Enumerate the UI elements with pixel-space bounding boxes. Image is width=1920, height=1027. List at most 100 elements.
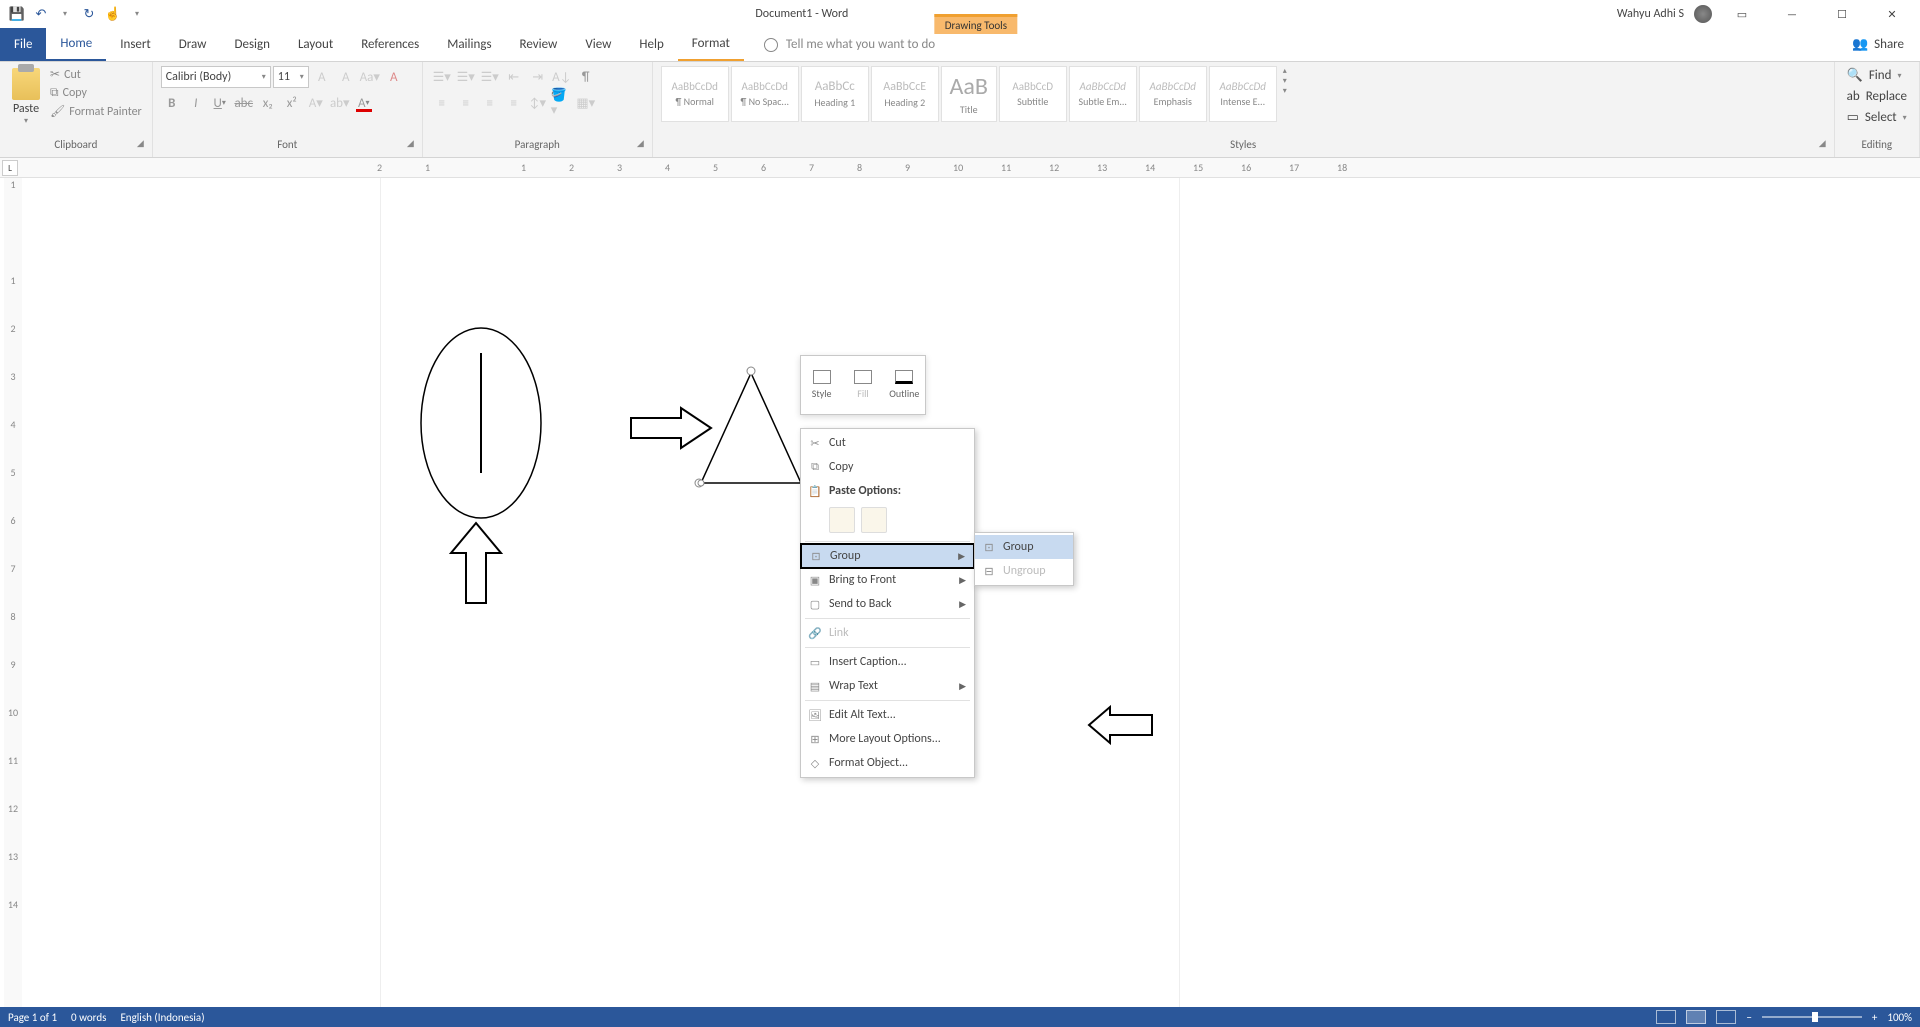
clear-formatting-icon[interactable]: A bbox=[383, 66, 405, 88]
tab-mailings[interactable]: Mailings bbox=[433, 28, 505, 61]
undo-icon[interactable]: ↶ bbox=[32, 5, 50, 23]
paste-option-2[interactable] bbox=[861, 507, 887, 533]
paste-button[interactable]: Paste ▾ bbox=[8, 66, 44, 128]
style-no-spacing[interactable]: AaBbCcDd¶ No Spac... bbox=[731, 66, 799, 122]
replace-button[interactable]: abReplace bbox=[1843, 87, 1911, 106]
print-layout-icon[interactable] bbox=[1686, 1010, 1706, 1024]
tab-format[interactable]: Format bbox=[678, 28, 744, 61]
style-intense-em[interactable]: AaBbCcDdIntense E... bbox=[1209, 66, 1277, 122]
tell-me-search[interactable]: Tell me what you want to do bbox=[744, 28, 935, 61]
sort-icon[interactable]: A↓ bbox=[551, 66, 573, 88]
qat-customize[interactable]: ▾ bbox=[128, 5, 146, 23]
numbering-icon[interactable]: ☰▾ bbox=[455, 66, 477, 88]
mini-fill[interactable]: Fill bbox=[842, 356, 883, 414]
page-status[interactable]: Page 1 of 1 bbox=[8, 1011, 57, 1024]
styles-gallery[interactable]: AaBbCcDd¶ Normal AaBbCcDd¶ No Spac... Aa… bbox=[661, 66, 1277, 122]
superscript-button[interactable]: x² bbox=[281, 92, 303, 114]
copy-button[interactable]: ⧉Copy bbox=[48, 85, 144, 101]
minimize-icon[interactable]: — bbox=[1772, 0, 1812, 28]
tab-view[interactable]: View bbox=[571, 28, 625, 61]
close-icon[interactable]: ✕ bbox=[1872, 0, 1912, 28]
zoom-level[interactable]: 100% bbox=[1887, 1011, 1912, 1024]
ctx-copy[interactable]: ⧉Copy bbox=[801, 455, 974, 479]
bold-button[interactable]: B bbox=[161, 92, 183, 114]
align-right-icon[interactable]: ≡ bbox=[479, 92, 501, 114]
mini-toolbar[interactable]: Style Fill Outline bbox=[800, 355, 926, 415]
tab-file[interactable]: File bbox=[0, 28, 46, 61]
ctx-bring-front[interactable]: ▣Bring to Front▶ bbox=[801, 568, 974, 592]
language-status[interactable]: English (Indonesia) bbox=[120, 1011, 204, 1024]
clipboard-launcher[interactable]: ◢ bbox=[137, 138, 144, 149]
font-color-button[interactable]: A▾ bbox=[353, 92, 375, 114]
tab-help[interactable]: Help bbox=[625, 28, 677, 61]
ruler-horizontal[interactable]: L 21123456789101112131415161718 bbox=[0, 158, 1920, 178]
tab-selector[interactable]: L bbox=[2, 160, 18, 176]
tab-design[interactable]: Design bbox=[220, 28, 283, 61]
font-launcher[interactable]: ◢ bbox=[407, 138, 414, 149]
save-icon[interactable]: 💾 bbox=[8, 5, 26, 23]
show-marks-icon[interactable]: ¶ bbox=[575, 66, 597, 88]
ribbon-display-icon[interactable]: ▭ bbox=[1722, 0, 1762, 28]
zoom-out[interactable]: − bbox=[1746, 1011, 1751, 1024]
tab-references[interactable]: References bbox=[347, 28, 433, 61]
font-name-select[interactable]: Calibri (Body)▾ bbox=[161, 66, 271, 88]
styles-launcher[interactable]: ◢ bbox=[1819, 138, 1826, 149]
line-spacing-icon[interactable]: ↕▾ bbox=[527, 92, 549, 114]
zoom-slider[interactable] bbox=[1762, 1016, 1862, 1018]
maximize-icon[interactable]: ☐ bbox=[1822, 0, 1862, 28]
styles-scroll-down[interactable]: ▾ bbox=[1283, 76, 1287, 86]
web-layout-icon[interactable] bbox=[1716, 1010, 1736, 1024]
grow-font-icon[interactable]: A bbox=[311, 66, 333, 88]
undo-dropdown[interactable]: ▾ bbox=[56, 5, 74, 23]
justify-icon[interactable]: ≡ bbox=[503, 92, 525, 114]
touch-mode-icon[interactable]: ☝ bbox=[104, 5, 122, 23]
strikethrough-button[interactable]: abc bbox=[233, 92, 255, 114]
page[interactable] bbox=[380, 178, 1180, 1007]
multilevel-icon[interactable]: ☰▾ bbox=[479, 66, 501, 88]
style-subtle-em[interactable]: AaBbCcDdSubtle Em... bbox=[1069, 66, 1137, 122]
styles-more[interactable]: ▾ bbox=[1283, 86, 1287, 96]
word-count[interactable]: 0 words bbox=[71, 1011, 106, 1024]
paste-option-1[interactable] bbox=[829, 507, 855, 533]
mini-style[interactable]: Style bbox=[801, 356, 842, 414]
select-button[interactable]: ▭Select▾ bbox=[1843, 108, 1911, 127]
redo-icon[interactable]: ↻ bbox=[80, 5, 98, 23]
shape-oval[interactable] bbox=[416, 323, 546, 523]
paragraph-launcher[interactable]: ◢ bbox=[637, 138, 644, 149]
format-painter-button[interactable]: 🖌Format Painter bbox=[48, 103, 144, 120]
style-normal[interactable]: AaBbCcDd¶ Normal bbox=[661, 66, 729, 122]
mini-outline[interactable]: Outline bbox=[884, 356, 925, 414]
ruler-vertical[interactable]: 11234567891011121314 bbox=[4, 178, 22, 1007]
tab-insert[interactable]: Insert bbox=[106, 28, 165, 61]
borders-icon[interactable]: ▦▾ bbox=[575, 92, 597, 114]
zoom-in[interactable]: + bbox=[1872, 1011, 1877, 1024]
tab-layout[interactable]: Layout bbox=[284, 28, 347, 61]
share-button[interactable]: 👥 Share bbox=[1852, 28, 1920, 61]
read-mode-icon[interactable] bbox=[1656, 1010, 1676, 1024]
highlight-icon[interactable]: ab▾ bbox=[329, 92, 351, 114]
ctx-send-back[interactable]: ▢Send to Back▶ bbox=[801, 592, 974, 616]
shading-icon[interactable]: 🪣▾ bbox=[551, 92, 573, 114]
cut-button[interactable]: ✂Cut bbox=[48, 66, 144, 83]
align-center-icon[interactable]: ≡ bbox=[455, 92, 477, 114]
user-avatar[interactable] bbox=[1694, 5, 1712, 23]
style-heading2[interactable]: AaBbCcEHeading 2 bbox=[871, 66, 939, 122]
ctx-group[interactable]: ⊡Group▶ bbox=[801, 544, 974, 568]
ctx-format-object[interactable]: ◇Format Object... bbox=[801, 751, 974, 775]
ctx-wrap-text[interactable]: ▤Wrap Text▶ bbox=[801, 674, 974, 698]
style-title[interactable]: AaBTitle bbox=[941, 66, 997, 122]
tab-draw[interactable]: Draw bbox=[165, 28, 221, 61]
decrease-indent-icon[interactable]: ⇤ bbox=[503, 66, 525, 88]
text-effects-icon[interactable]: A▾ bbox=[305, 92, 327, 114]
increase-indent-icon[interactable]: ⇥ bbox=[527, 66, 549, 88]
style-subtitle[interactable]: AaBbCcDSubtitle bbox=[999, 66, 1067, 122]
italic-button[interactable]: I bbox=[185, 92, 207, 114]
ctx-insert-caption[interactable]: ▭Insert Caption... bbox=[801, 650, 974, 674]
ctx-cut[interactable]: ✂Cut bbox=[801, 431, 974, 455]
style-emphasis[interactable]: AaBbCcDdEmphasis bbox=[1139, 66, 1207, 122]
change-case-icon[interactable]: Aa▾ bbox=[359, 66, 381, 88]
align-left-icon[interactable]: ≡ bbox=[431, 92, 453, 114]
bullets-icon[interactable]: ☰▾ bbox=[431, 66, 453, 88]
underline-button[interactable]: U▾ bbox=[209, 92, 231, 114]
font-size-select[interactable]: 11▾ bbox=[273, 66, 309, 88]
